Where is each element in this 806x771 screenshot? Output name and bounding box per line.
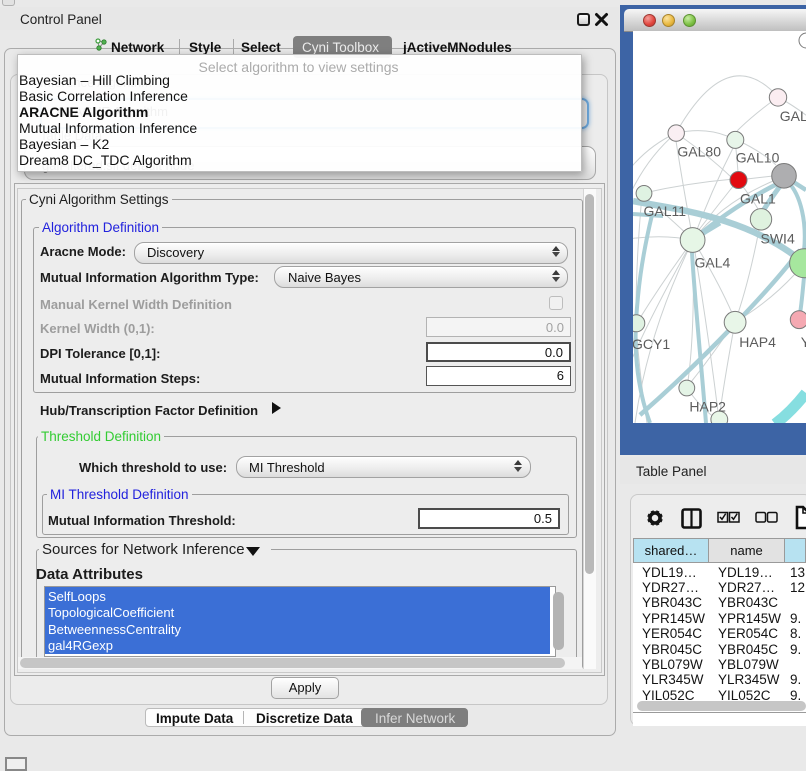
svg-text:GCY1: GCY1 — [633, 336, 670, 352]
svg-text:GAL11: GAL11 — [644, 203, 687, 219]
svg-text:SWI4: SWI4 — [761, 231, 795, 247]
svg-text:GAL1: GAL1 — [740, 191, 776, 207]
svg-text:GAL10: GAL10 — [736, 150, 780, 166]
svg-text:HAP4: HAP4 — [739, 334, 776, 350]
svg-text:HAP2: HAP2 — [689, 399, 726, 415]
svg-text:Y: Y — [801, 334, 806, 350]
svg-text:GAL4: GAL4 — [695, 255, 731, 271]
svg-text:GAL: GAL — [780, 108, 806, 124]
svg-text:GAL80: GAL80 — [677, 144, 721, 160]
